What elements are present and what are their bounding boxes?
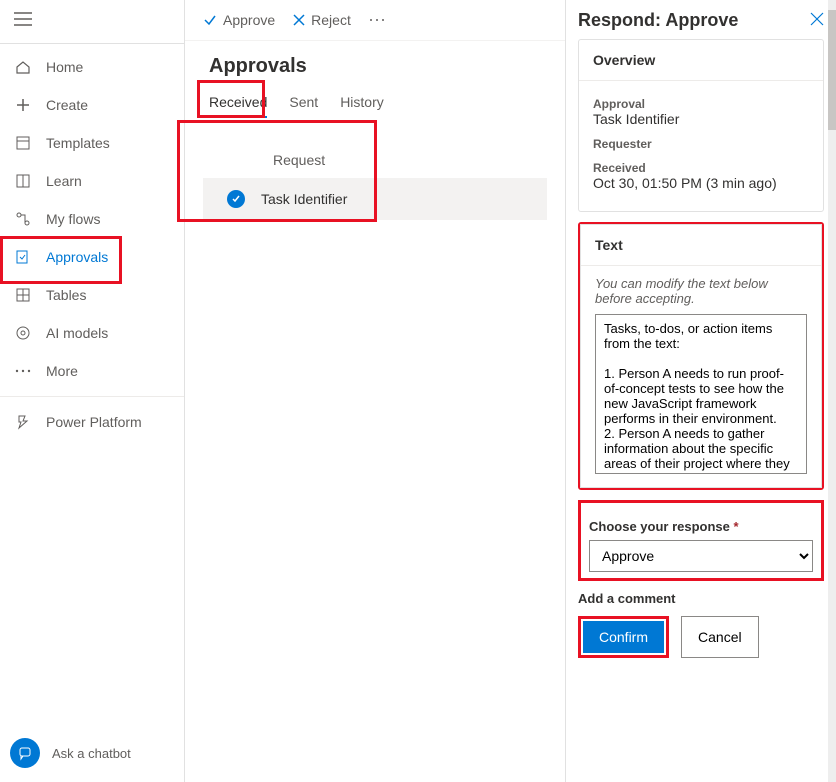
required-asterisk: * bbox=[734, 519, 739, 534]
approval-value: Task Identifier bbox=[593, 111, 809, 127]
page-title: Approvals bbox=[185, 41, 565, 84]
confirm-button[interactable]: Confirm bbox=[583, 621, 664, 653]
more-actions[interactable] bbox=[369, 18, 385, 22]
nav-templates[interactable]: Templates bbox=[0, 124, 184, 162]
nav-learn[interactable]: Learn bbox=[0, 162, 184, 200]
nav-label: My flows bbox=[46, 211, 100, 227]
nav-label: Templates bbox=[46, 135, 110, 151]
nav-power-platform[interactable]: Power Platform bbox=[0, 403, 184, 441]
received-label: Received bbox=[593, 161, 809, 175]
text-hint: You can modify the text below before acc… bbox=[595, 276, 807, 306]
tab-received[interactable]: Received bbox=[209, 94, 267, 118]
row-title: Task Identifier bbox=[261, 191, 347, 207]
nav-label: More bbox=[46, 363, 78, 379]
flow-icon bbox=[14, 210, 32, 228]
action-bar: Approve Reject bbox=[185, 0, 565, 41]
home-icon bbox=[14, 58, 32, 76]
response-section: Choose your response * Approve bbox=[578, 500, 824, 581]
approve-action[interactable]: Approve bbox=[203, 12, 275, 28]
chatbot-button[interactable]: Ask a chatbot bbox=[10, 738, 131, 768]
nav-home[interactable]: Home bbox=[0, 48, 184, 86]
approval-icon bbox=[14, 248, 32, 266]
nav-divider bbox=[0, 396, 184, 397]
nav-my-flows[interactable]: My flows bbox=[0, 200, 184, 238]
nav-label: Learn bbox=[46, 173, 82, 189]
check-icon bbox=[203, 13, 217, 27]
nav-label: Power Platform bbox=[46, 414, 142, 430]
reject-label: Reject bbox=[311, 12, 351, 28]
nav-label: Approvals bbox=[46, 249, 108, 265]
tabs: Received Sent History bbox=[185, 84, 565, 124]
ai-icon bbox=[14, 324, 32, 342]
column-header: Request bbox=[203, 142, 547, 178]
main-content: Approve Reject Approvals Received Sent H… bbox=[185, 0, 566, 782]
response-select[interactable]: Approve bbox=[589, 540, 813, 572]
approval-label: Approval bbox=[593, 97, 809, 111]
respond-panel: Respond: Approve Overview Approval Task … bbox=[566, 0, 836, 782]
nav-approvals[interactable]: Approvals bbox=[0, 238, 184, 276]
nav-label: Create bbox=[46, 97, 88, 113]
template-icon bbox=[14, 134, 32, 152]
nav-label: Tables bbox=[46, 287, 86, 303]
grid-icon bbox=[14, 286, 32, 304]
close-icon bbox=[810, 12, 824, 26]
chatbot-icon bbox=[10, 738, 40, 768]
nav-ai-models[interactable]: AI models bbox=[0, 314, 184, 352]
ellipsis-icon bbox=[369, 18, 385, 22]
row-check-icon bbox=[227, 190, 245, 208]
hamburger-button[interactable] bbox=[0, 0, 184, 44]
tab-sent[interactable]: Sent bbox=[289, 94, 318, 118]
book-icon bbox=[14, 172, 32, 190]
nav-label: AI models bbox=[46, 325, 108, 341]
response-label: Choose your response * bbox=[589, 519, 813, 534]
x-icon bbox=[293, 14, 305, 26]
reject-action[interactable]: Reject bbox=[293, 12, 351, 28]
scrollbar-thumb[interactable] bbox=[828, 10, 836, 130]
hamburger-icon bbox=[14, 12, 32, 26]
approve-label: Approve bbox=[223, 12, 275, 28]
overview-card: Overview Approval Task Identifier Reques… bbox=[578, 39, 824, 212]
cancel-button[interactable]: Cancel bbox=[681, 616, 759, 658]
more-icon bbox=[14, 362, 32, 380]
text-input[interactable] bbox=[595, 314, 807, 474]
comment-label: Add a comment bbox=[578, 591, 824, 606]
tab-history[interactable]: History bbox=[340, 94, 384, 118]
nav-list: Home Create Templates Learn My flows App… bbox=[0, 44, 184, 441]
left-sidebar: Home Create Templates Learn My flows App… bbox=[0, 0, 185, 782]
nav-tables[interactable]: Tables bbox=[0, 276, 184, 314]
close-button[interactable] bbox=[810, 10, 824, 31]
highlight-confirm: Confirm bbox=[578, 616, 669, 658]
requester-label: Requester bbox=[593, 137, 809, 151]
pp-icon bbox=[14, 413, 32, 431]
overview-heading: Overview bbox=[579, 40, 823, 81]
panel-scrollbar[interactable] bbox=[828, 0, 836, 782]
received-value: Oct 30, 01:50 PM (3 min ago) bbox=[593, 175, 809, 191]
plus-icon bbox=[14, 96, 32, 114]
text-card: Text You can modify the text below befor… bbox=[578, 222, 824, 490]
nav-more[interactable]: More bbox=[0, 352, 184, 390]
panel-title: Respond: Approve bbox=[578, 10, 738, 31]
table-row[interactable]: Task Identifier bbox=[203, 178, 547, 220]
table: Request Task Identifier bbox=[185, 124, 565, 220]
nav-label: Home bbox=[46, 59, 83, 75]
nav-create[interactable]: Create bbox=[0, 86, 184, 124]
chatbot-label: Ask a chatbot bbox=[52, 746, 131, 761]
text-heading: Text bbox=[581, 225, 821, 266]
